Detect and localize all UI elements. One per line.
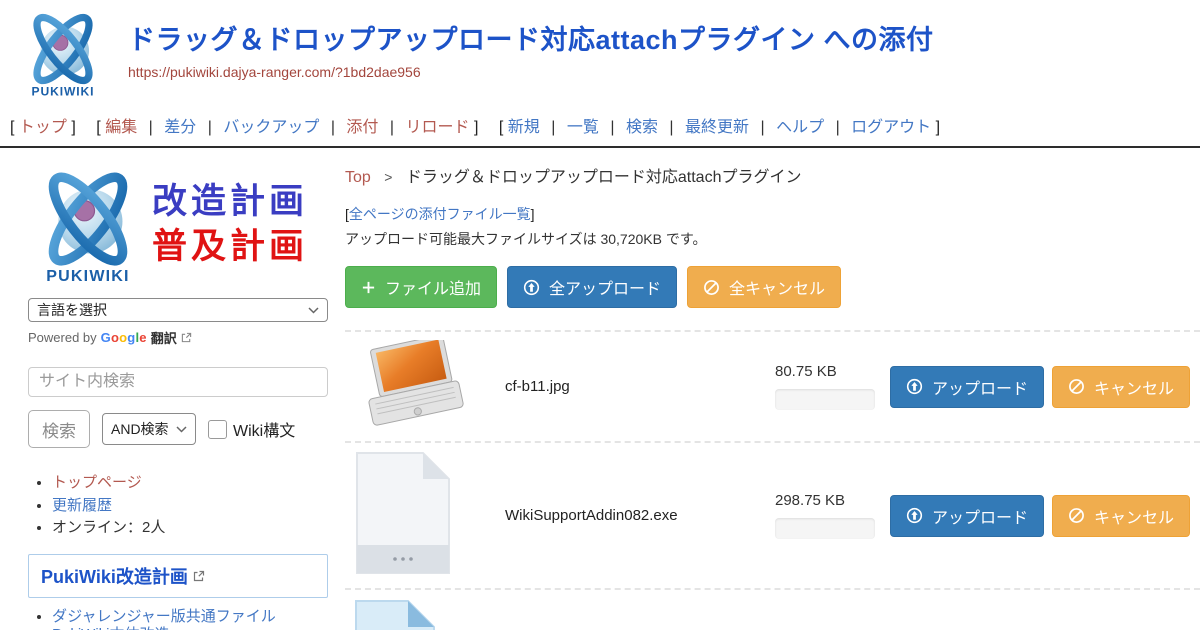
file-size: 80.75 KB — [775, 363, 875, 380]
all-attachments-link[interactable]: 全ページの添付ファイル一覧 — [349, 206, 531, 222]
laptop-image-thumbnail — [355, 340, 469, 428]
external-link-icon — [193, 570, 205, 582]
google-translate-attribution: Powered by Google 翻訳 — [28, 328, 328, 347]
chevron-down-icon — [176, 426, 187, 433]
site-search-input[interactable] — [28, 367, 328, 397]
nav-search[interactable]: 検索 — [626, 119, 658, 136]
nav-reload[interactable]: リロード — [406, 119, 470, 136]
search-button[interactable]: 検索 — [28, 410, 90, 448]
upload-circle-icon — [906, 507, 923, 524]
nav-logout[interactable]: ログアウト — [851, 119, 931, 136]
list-item: 更新履歴 — [52, 495, 328, 518]
nav-new[interactable]: 新規 — [508, 119, 540, 136]
wiki-syntax-checkbox[interactable] — [208, 420, 227, 439]
max-upload-size-text: アップロード可能最大ファイルサイズは 30,720KB です。 — [345, 229, 1200, 249]
pukiwiki-logo[interactable]: PUKIWIKI — [18, 6, 108, 106]
site-header: PUKIWIKI ドラッグ＆ドロップアップロード対応attachプラグイン への… — [0, 0, 1200, 106]
nav-list[interactable]: 一覧 — [567, 119, 599, 136]
upload-toolbar: ファイル追加 全アップロード 全キャンセル — [345, 266, 1200, 308]
nav-diff[interactable]: 差分 — [164, 119, 196, 136]
nav-group-page: [ 編集 | 差分 | バックアップ | 添付 | リロード ] — [96, 119, 483, 136]
file-row: cf-b11.jpg 80.75 KB アップロード キャンセル — [345, 330, 1200, 441]
nav-help[interactable]: ヘルプ — [776, 119, 824, 136]
nav-edit[interactable]: 編集 — [105, 119, 137, 136]
upload-circle-icon — [523, 279, 540, 296]
breadcrumb-current: ドラッグ＆ドロップアップロード対応attachプラグイン — [406, 169, 802, 186]
nav-attach[interactable]: 添付 — [346, 119, 378, 136]
list-item: ダジャレンジャー版共通ファイル — [52, 608, 328, 626]
svg-text:PUKIWIKI: PUKIWIKI — [46, 267, 129, 285]
language-select[interactable]: 言語を選択 — [28, 298, 328, 322]
sidebar-logo-words: 改造計画 普及計画 — [152, 180, 308, 271]
sidebar-link-common-files[interactable]: ダジャレンジャー版共通ファイル — [52, 608, 276, 625]
ban-icon — [703, 279, 720, 296]
sidebar-link-toppage[interactable]: トップページ — [52, 474, 142, 491]
file-row: WikiSupportAddin082.exe 298.75 KB アップロード… — [345, 441, 1200, 588]
sidebar-quick-links: トップページ 更新履歴 オンライン：2人 — [28, 472, 328, 540]
nav-backup[interactable]: バックアップ — [223, 119, 319, 136]
search-mode-select[interactable]: AND検索 — [102, 413, 196, 445]
sidebar-site-box[interactable]: PukiWiki改造計画 — [28, 554, 328, 598]
upload-button[interactable]: アップロード — [890, 366, 1044, 408]
file-thumbnail — [345, 451, 505, 580]
sidebar-page-links: ダジャレンジャー版共通ファイル PukiWiki本体改造 PukiWikiテキス… — [28, 608, 328, 630]
plus-icon — [361, 280, 376, 295]
upload-circle-icon — [906, 378, 923, 395]
nav-group-site: [ 新規 | 一覧 | 検索 | 最終更新 | ヘルプ | ログアウト ] — [499, 119, 940, 136]
cancel-button[interactable]: キャンセル — [1052, 495, 1190, 537]
nav-recent[interactable]: 最終更新 — [685, 119, 749, 136]
file-name: WikiSupportAddin082.exe — [505, 507, 760, 524]
sidebar: PUKIWIKI 改造計画 普及計画 言語を選択 Powered by Goog… — [28, 162, 328, 630]
upload-button[interactable]: アップロード — [890, 495, 1044, 537]
file-size: 298.75 KB — [775, 492, 875, 509]
list-item: PukiWiki本体改造 — [52, 626, 328, 630]
html-file-icon — [355, 600, 435, 630]
file-name: cf-b11.jpg — [505, 378, 760, 395]
sidebar-link-core-mod[interactable]: PukiWiki本体改造 — [52, 626, 170, 630]
page: PUKIWIKI ドラッグ＆ドロップアップロード対応attachプラグイン への… — [0, 0, 1200, 630]
cancel-all-button[interactable]: 全キャンセル — [687, 266, 841, 308]
add-file-button[interactable]: ファイル追加 — [345, 266, 497, 308]
upload-progress-bar — [775, 389, 875, 410]
nav-group-top: [ トップ ] — [10, 119, 80, 136]
wiki-syntax-option: Wiki構文 — [208, 417, 295, 441]
google-logo: Google — [101, 330, 147, 345]
atom-logo-icon: PUKIWIKI — [28, 162, 148, 288]
attach-list-line: [全ページの添付ファイル一覧] — [345, 204, 1200, 224]
file-thumbnail — [345, 600, 505, 630]
file-thumbnail — [345, 340, 505, 433]
cancel-button[interactable]: キャンセル — [1052, 366, 1190, 408]
page-url-link[interactable]: https://pukiwiki.dajya-ranger.com/?1bd2d… — [128, 64, 421, 80]
svg-text:PUKIWIKI: PUKIWIKI — [32, 85, 95, 99]
page-title: ドラッグ＆ドロップアップロード対応attachプラグイン への添付 — [128, 18, 934, 57]
logo-word-kaizo: 改造計画 — [152, 180, 308, 226]
chevron-down-icon — [308, 307, 319, 314]
breadcrumb: Top > ドラッグ＆ドロップアップロード対応attachプラグイン — [345, 163, 1200, 187]
upload-all-button[interactable]: 全アップロード — [507, 266, 677, 308]
sidebar-logo[interactable]: PUKIWIKI 改造計画 普及計画 — [28, 162, 328, 288]
ban-icon — [1068, 378, 1085, 395]
list-item: トップページ — [52, 472, 328, 495]
file-row: contents.html 60.78 KB アップロード キャンセル — [345, 588, 1200, 630]
list-item: オンライン：2人 — [52, 517, 328, 540]
top-nav: [ トップ ] [ 編集 | 差分 | バックアップ | 添付 | リロード ]… — [0, 106, 1200, 148]
atom-logo-icon: PUKIWIKI — [18, 6, 108, 101]
online-count: オンライン：2人 — [52, 519, 165, 536]
nav-top[interactable]: トップ — [19, 119, 67, 136]
breadcrumb-home[interactable]: Top — [345, 169, 371, 186]
logo-word-fukyu: 普及計画 — [152, 225, 308, 271]
main-content: Top > ドラッグ＆ドロップアップロード対応attachプラグイン [全ページ… — [345, 162, 1200, 630]
generic-file-icon — [355, 451, 451, 575]
upload-progress-bar — [775, 518, 875, 539]
sidebar-link-history[interactable]: 更新履歴 — [52, 497, 112, 514]
external-link-icon — [181, 332, 192, 343]
ban-icon — [1068, 507, 1085, 524]
